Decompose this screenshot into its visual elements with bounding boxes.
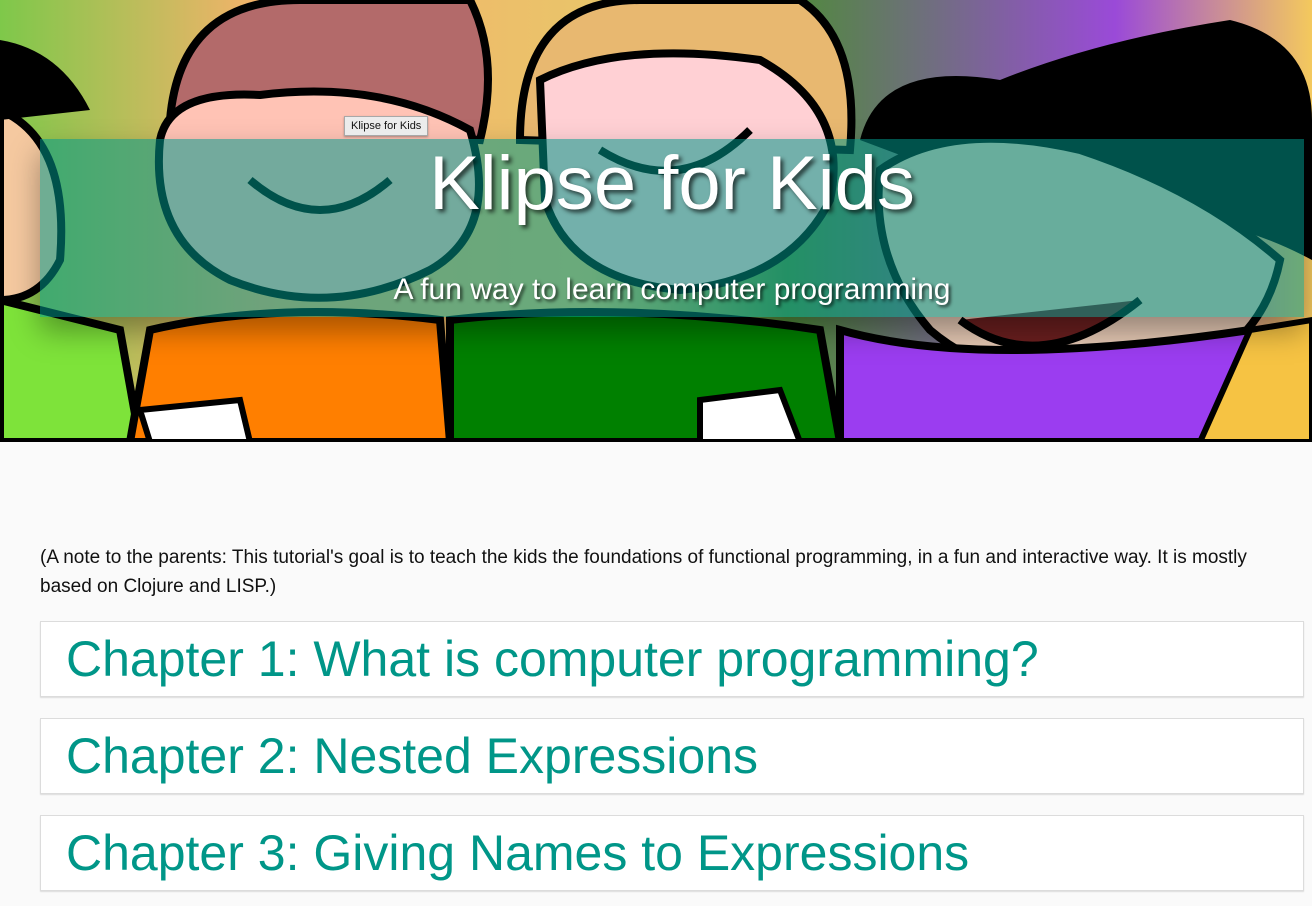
page-subtitle: A fun way to learn computer programming [393, 273, 951, 306]
title-tooltip: Klipse for Kids [344, 116, 429, 136]
chapter-title-2[interactable]: Chapter 2: Nested Expressions [66, 725, 758, 787]
chapter-card-2[interactable]: Chapter 2: Nested Expressions [40, 718, 1304, 794]
chapter-title-3[interactable]: Chapter 3: Giving Names to Expressions [66, 822, 969, 884]
chapter-card-1[interactable]: Chapter 1: What is computer programming? [40, 621, 1304, 697]
page-title: Klipse for Kids [429, 141, 915, 226]
chapter-title-1[interactable]: Chapter 1: What is computer programming? [66, 628, 1039, 690]
parents-note: (A note to the parents: This tutorial's … [40, 547, 1247, 597]
hero-section: Klipse for Kids A fun way to learn compu… [0, 0, 1312, 442]
chapter-card-3[interactable]: Chapter 3: Giving Names to Expressions [40, 815, 1304, 891]
